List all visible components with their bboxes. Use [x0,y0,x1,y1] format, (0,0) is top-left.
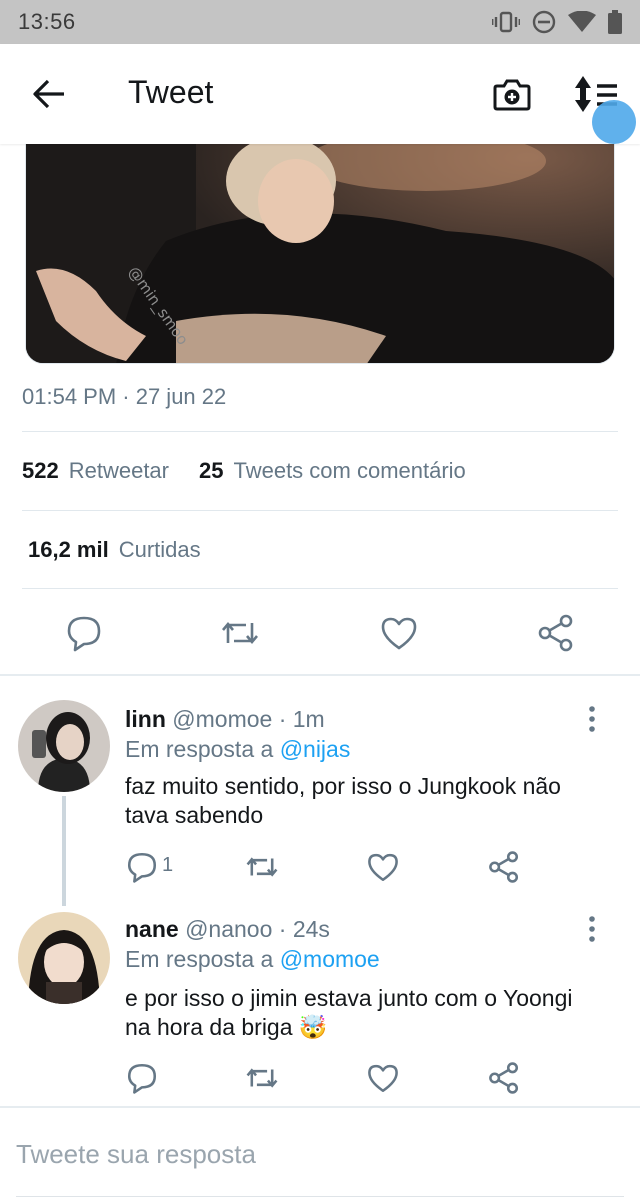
more-options-icon[interactable] [582,704,602,734]
reply-input[interactable] [16,1134,616,1174]
reply-header: linn @momoe · 1m [125,706,325,733]
reply-text: e por isso o jimin estava junto com o Yo… [125,985,573,1040]
reply-mention-link[interactable]: @momoe [280,946,380,972]
reply-author-name[interactable]: linn [125,706,166,732]
like-icon[interactable] [366,850,400,884]
divider [22,431,618,432]
reply-mention-link[interactable]: @nijas [280,736,351,762]
tweet-action-bar [0,605,640,659]
emoji-mind-blown-icon: 🤯 [298,1014,328,1040]
like-icon[interactable] [379,613,419,653]
reply-context: Em resposta a @momoe [125,946,380,973]
battery-icon [608,10,622,34]
retweet-stats[interactable]: 522 Retweetar 25 Tweets com comentário [22,458,466,484]
tweet-media-image[interactable]: @min_smoo [25,120,615,364]
share-icon[interactable] [487,1061,521,1095]
reply-author-handle[interactable]: @nanoo [185,916,272,942]
camera-plus-icon[interactable] [492,74,532,114]
reply-icon[interactable] [64,613,104,653]
like-stats[interactable]: 16,2 mil Curtidas [28,537,201,563]
reply-icon[interactable] [125,850,159,884]
divider [22,588,618,589]
reply-action-bar: 1 [0,850,640,890]
vibrate-icon [492,11,520,33]
reply-count: 1 [162,854,174,876]
reply-context: Em resposta a @nijas [125,736,350,763]
reply-author-name[interactable]: nane [125,916,179,942]
reply-time: · 1m [278,706,325,732]
app-bar: Tweet [0,44,640,144]
reply-icon[interactable] [125,1061,159,1095]
compose-reply-bar [0,1106,640,1200]
stat-spacer [179,458,189,484]
retweet-icon[interactable] [220,613,260,653]
more-options-icon[interactable] [582,914,602,944]
reply-author-handle[interactable]: @momoe [172,706,272,732]
like-icon[interactable] [366,1061,400,1095]
retweet-icon[interactable] [245,1061,279,1095]
reply-action-bar [0,1061,640,1101]
reply-prefix: Em resposta a [125,736,274,762]
like-count: 16,2 mil [28,537,109,562]
reply-prefix: Em resposta a [125,946,274,972]
do-not-disturb-icon [532,10,556,34]
tweet-timestamp: 01:54 PM · 27 jun 22 [22,384,227,409]
input-underline [16,1196,624,1197]
reply-header: nane @nanoo · 24s [125,916,330,943]
wifi-icon [568,11,596,33]
reply-text-block: e por isso o jimin estava junto com o Yo… [125,984,595,1042]
avatar[interactable] [18,912,110,1004]
share-icon[interactable] [536,613,576,653]
status-time: 13:56 [18,9,76,34]
retweet-label: Retweetar [68,458,169,483]
avatar[interactable] [18,700,110,792]
like-label: Curtidas [118,537,201,562]
share-icon[interactable] [487,850,521,884]
quote-count: 25 [199,458,224,483]
sort-button-highlight [592,100,636,144]
status-icons [492,10,622,34]
status-bar: 13:56 [0,0,640,44]
page-title: Tweet [128,74,214,110]
retweet-count: 522 [22,458,59,483]
retweet-icon[interactable] [245,850,279,884]
quote-label: Tweets com comentário [233,458,466,483]
reply-text: faz muito sentido, por isso o Jungkook n… [125,773,561,828]
back-arrow-icon[interactable] [30,76,70,112]
reply-time: · 24s [278,916,330,942]
section-divider [0,674,640,676]
divider [22,510,618,511]
